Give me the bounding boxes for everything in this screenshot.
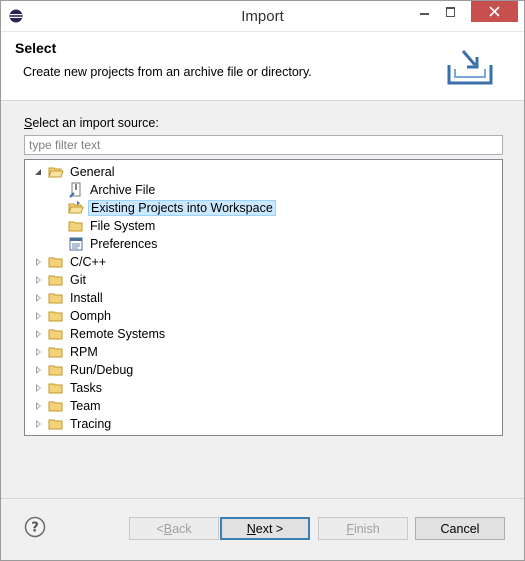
page-description: Create new projects from an archive file…: [23, 65, 312, 79]
next-label: ext >: [255, 521, 284, 536]
folder-icon: [48, 362, 64, 378]
tree-item[interactable]: Tasks: [34, 379, 104, 397]
svg-text:?: ?: [31, 521, 39, 536]
tree-item[interactable]: File System: [54, 217, 157, 235]
import-source-label: Select an import source:: [24, 116, 159, 130]
tree-item-label: Git: [70, 273, 86, 287]
back-button[interactable]: < ​Back: [129, 517, 219, 540]
expand-arrow-icon[interactable]: [34, 347, 44, 357]
preferences-icon: [68, 236, 84, 252]
import-wizard-icon: [447, 50, 493, 85]
tree-item-label: File System: [90, 219, 156, 233]
folder-icon: [48, 308, 64, 324]
wizard-banner: Select Create new projects from an archi…: [1, 32, 524, 101]
close-button[interactable]: [471, 1, 518, 22]
tree-item-label: Tracing: [70, 417, 112, 431]
folder-icon: [48, 380, 64, 396]
mnemonic: F: [346, 521, 354, 536]
next-button[interactable]: Next >: [220, 517, 310, 540]
archive-file-icon: [68, 182, 84, 198]
expand-arrow-icon[interactable]: [34, 329, 44, 339]
tree-item[interactable]: Preferences: [54, 235, 159, 253]
folder-open-icon: [48, 164, 64, 180]
finish-button[interactable]: Finish: [318, 517, 408, 540]
tree-item-label: Existing Projects into Workspace: [88, 200, 276, 216]
tree-item[interactable]: Team: [34, 397, 103, 415]
expand-arrow-icon[interactable]: [34, 275, 44, 285]
tree-item[interactable]: C/C++: [34, 253, 108, 271]
tree-item[interactable]: Run/Debug: [34, 361, 135, 379]
tree-item[interactable]: Remote Systems: [34, 325, 167, 343]
help-icon[interactable]: ?: [24, 516, 46, 538]
back-arrow: <: [156, 521, 164, 536]
tree-item[interactable]: Install: [34, 289, 105, 307]
expand-arrow-icon[interactable]: [34, 293, 44, 303]
tree-item-label: Tasks: [70, 381, 102, 395]
folder-icon: [48, 416, 64, 432]
folder-icon: [48, 344, 64, 360]
tree-item-label: Remote Systems: [70, 327, 166, 341]
folder-icon: [48, 290, 64, 306]
tree-item[interactable]: Tracing: [34, 415, 113, 433]
import-source-label-text: elect an import source:: [32, 116, 159, 130]
tree-item-label: General: [70, 165, 115, 179]
expand-arrow-icon[interactable]: [34, 257, 44, 267]
expand-arrow-icon[interactable]: [34, 419, 44, 429]
page-title: Select: [15, 40, 57, 56]
folder-icon: [48, 254, 64, 270]
tree-item[interactable]: RPM: [34, 343, 100, 361]
title-bar: Import: [1, 1, 524, 32]
tree-item-label: Run/Debug: [70, 363, 134, 377]
maximize-button[interactable]: [437, 1, 463, 22]
mnemonic: B: [163, 521, 173, 536]
expand-arrow-icon[interactable]: [34, 311, 44, 321]
import-dialog: Import Select Create new projects from a…: [0, 0, 525, 561]
import-source-tree[interactable]: General Archive File Existing Projects int…: [24, 159, 503, 436]
tree-item-label: Install: [70, 291, 103, 305]
mnemonic: N: [246, 521, 256, 536]
tree-item[interactable]: Archive File: [54, 181, 157, 199]
close-icon: [489, 6, 500, 17]
tree-item-label: C/C++: [70, 255, 107, 269]
expand-arrow-icon[interactable]: [34, 401, 44, 411]
tree-item-label: Oomph: [70, 309, 111, 323]
folder-icon: [48, 326, 64, 342]
finish-label: inish: [353, 521, 380, 536]
minimize-button[interactable]: [411, 1, 437, 22]
tree-item-label: Team: [70, 399, 101, 413]
tree-item-label: Archive File: [90, 183, 156, 197]
collapse-arrow-icon[interactable]: [34, 167, 44, 177]
cancel-button[interactable]: Cancel: [415, 517, 505, 540]
tree-item[interactable]: General: [34, 163, 116, 181]
tree-item[interactable]: Oomph: [34, 307, 113, 325]
tree-item[interactable]: Git: [34, 271, 88, 289]
tree-item-label: Preferences: [90, 237, 158, 251]
folder-icon: [68, 218, 84, 234]
tree-item-label: RPM: [70, 345, 98, 359]
folder-icon: [48, 398, 64, 414]
footer-divider: [1, 498, 524, 499]
expand-arrow-icon[interactable]: [34, 383, 44, 393]
expand-arrow-icon[interactable]: [34, 365, 44, 375]
folder-icon: [48, 272, 64, 288]
existing-projects-icon: [68, 200, 84, 216]
back-label: ack: [172, 521, 192, 536]
filter-input[interactable]: [24, 135, 503, 155]
tree-item[interactable]: Existing Projects into Workspace: [54, 199, 276, 217]
